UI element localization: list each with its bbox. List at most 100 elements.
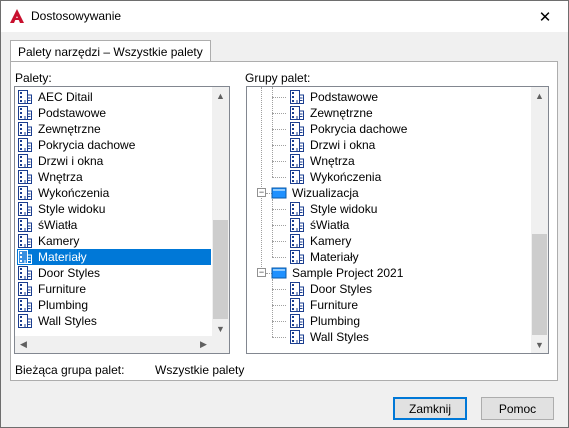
palette-icon — [290, 330, 304, 344]
palette-icon — [290, 154, 304, 168]
palette-icon — [18, 266, 32, 280]
customize-dialog: Dostosowywanie ✕ Palety narzędzi – Wszys… — [0, 0, 569, 428]
palette-tree-item[interactable]: Door Styles — [289, 281, 374, 297]
palette-tree-item[interactable]: Furniture — [289, 297, 360, 313]
collapse-icon[interactable]: − — [257, 188, 266, 197]
palette-list-item[interactable]: Style widoku — [17, 201, 107, 217]
palette-item-label: AEC Ditail — [38, 90, 93, 104]
tree-line — [272, 177, 286, 178]
tree-line — [272, 279, 273, 337]
palette-item-label: Drzwi i okna — [38, 154, 104, 168]
tree-line — [261, 87, 262, 273]
palette-group-icon — [271, 267, 287, 279]
palette-item-label: Wall Styles — [38, 314, 97, 328]
palettes-label: Palety: — [15, 71, 52, 85]
close-window-button[interactable]: ✕ — [522, 1, 568, 32]
palette-list-item[interactable]: Wall Styles — [17, 313, 99, 329]
palette-icon — [18, 202, 32, 216]
palette-groups-tree[interactable]: − − Podstawowe Zewnętrzne Pokrycia dachowe D… — [246, 86, 549, 354]
title-bar: Dostosowywanie ✕ — [1, 1, 568, 32]
palette-list-item[interactable]: Furniture — [17, 281, 88, 297]
palettes-vertical-scrollbar[interactable]: ▲ ▼ — [212, 87, 229, 337]
palette-icon — [290, 250, 304, 264]
palette-tree-item-label: Drzwi i okna — [310, 138, 376, 152]
palettes-list[interactable]: AEC Ditail Podstawowe Zewnętrzne Pokrycia d… — [14, 86, 230, 354]
scroll-thumb[interactable] — [213, 220, 228, 319]
palette-list-item[interactable]: Wnętrza — [17, 169, 85, 185]
tree-line — [272, 113, 286, 114]
tab-label: Palety narzędzi – Wszystkie palety — [18, 45, 203, 59]
palette-tree-item-label: Podstawowe — [310, 90, 379, 104]
current-group-value: Wszystkie palety — [155, 363, 245, 377]
palette-item-label: Materiały — [38, 250, 87, 264]
palette-icon — [18, 138, 32, 152]
palette-icon — [290, 218, 304, 232]
palette-tree-item-label: śWiatła — [310, 218, 350, 232]
scroll-left-icon[interactable]: ◀ — [15, 336, 32, 353]
palette-tree-item-label: Furniture — [310, 298, 359, 312]
palette-list-item[interactable]: Drzwi i okna — [17, 153, 105, 169]
palette-tree-item[interactable]: Wykończenia — [289, 169, 383, 185]
palette-list-item[interactable]: Door Styles — [17, 265, 102, 281]
palette-group-node[interactable]: Wizualizacja — [271, 185, 361, 201]
palette-tree-item[interactable]: Materiały — [289, 249, 361, 265]
palette-tree-item-label: Style widoku — [310, 202, 378, 216]
palette-icon — [290, 90, 304, 104]
scroll-down-icon[interactable]: ▼ — [531, 336, 548, 353]
palette-tree-item[interactable]: Podstawowe — [289, 89, 380, 105]
palette-tree-item[interactable]: Drzwi i okna — [289, 137, 377, 153]
palette-icon — [290, 298, 304, 312]
palette-tree-item[interactable]: śWiatła — [289, 217, 351, 233]
scroll-right-icon[interactable]: ▶ — [195, 336, 212, 353]
palette-tree-item-label: Materiały — [310, 250, 359, 264]
palette-tree-item[interactable]: Style widoku — [289, 201, 379, 217]
palette-list-item[interactable]: Zewnętrzne — [17, 121, 103, 137]
palette-icon — [18, 218, 32, 232]
palette-list-item[interactable]: Materiały — [17, 249, 211, 265]
palette-tree-item[interactable]: Zewnętrzne — [289, 105, 375, 121]
current-group-label: Bieżąca grupa palet: — [15, 363, 125, 377]
palette-item-label: Wnętrza — [38, 170, 83, 184]
groups-vertical-scrollbar[interactable]: ▲ ▼ — [531, 87, 548, 353]
palette-tree-item[interactable]: Wnętrza — [289, 153, 357, 169]
palette-tree-item-label: Wnętrza — [310, 154, 355, 168]
palette-group-label: Wizualizacja — [292, 186, 359, 200]
tab-all-palettes[interactable]: Palety narzędzi – Wszystkie palety — [10, 40, 211, 62]
palette-tree-item-label: Wykończenia — [310, 170, 382, 184]
palette-item-label: Kamery — [38, 234, 80, 248]
palette-list-item[interactable]: Pokrycia dachowe — [17, 137, 137, 153]
close-button-label: Zamknij — [408, 401, 451, 416]
palette-tree-item[interactable]: Wall Styles — [289, 329, 371, 345]
palette-list-item[interactable]: Wykończenia — [17, 185, 111, 201]
palette-icon — [290, 202, 304, 216]
palette-icon — [290, 314, 304, 328]
scroll-thumb[interactable] — [532, 234, 547, 335]
palette-icon — [18, 234, 32, 248]
palette-item-label: Zewnętrzne — [38, 122, 101, 136]
palette-tree-item[interactable]: Plumbing — [289, 313, 362, 329]
collapse-icon[interactable]: − — [257, 268, 266, 277]
palette-list-item[interactable]: Podstawowe — [17, 105, 108, 121]
palette-tree-item[interactable]: Pokrycia dachowe — [289, 121, 409, 137]
help-button[interactable]: Pomoc — [481, 397, 554, 420]
palette-item-label: Door Styles — [38, 266, 101, 280]
palette-tree-item-label: Zewnętrzne — [310, 106, 373, 120]
palette-tree-item[interactable]: Kamery — [289, 233, 353, 249]
close-button[interactable]: Zamknij — [393, 397, 467, 420]
close-icon: ✕ — [538, 8, 552, 26]
palette-item-label: Podstawowe — [38, 106, 107, 120]
palette-list-item[interactable]: Kamery — [17, 233, 81, 249]
palette-list-item[interactable]: śWiatła — [17, 217, 79, 233]
palette-icon — [18, 314, 32, 328]
palette-list-item[interactable]: Plumbing — [17, 297, 90, 313]
scroll-up-icon[interactable]: ▲ — [212, 87, 229, 104]
palettes-horizontal-scrollbar[interactable]: ◀ ▶ — [15, 336, 229, 353]
palette-icon — [18, 186, 32, 200]
palette-group-node[interactable]: Sample Project 2021 — [271, 265, 405, 281]
scroll-down-icon[interactable]: ▼ — [212, 320, 229, 337]
scroll-up-icon[interactable]: ▲ — [531, 87, 548, 104]
tree-line — [272, 225, 286, 226]
palette-item-label: Furniture — [38, 282, 87, 296]
palette-list-item[interactable]: AEC Ditail — [17, 89, 95, 105]
palette-item-label: Pokrycia dachowe — [38, 138, 136, 152]
